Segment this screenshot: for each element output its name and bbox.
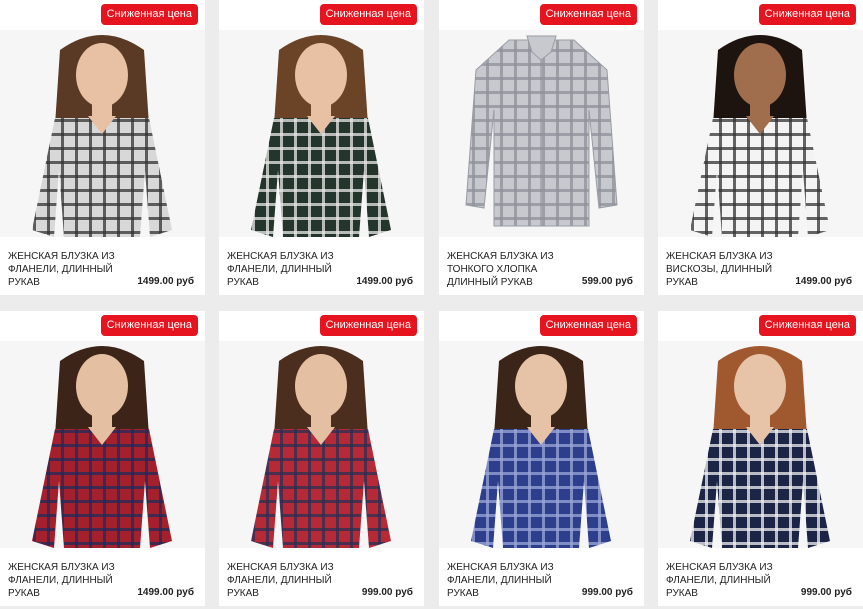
product-image[interactable] xyxy=(219,341,424,548)
product-title[interactable]: ЖЕНСКАЯ БЛУЗКА ИЗ ФЛАНЕЛИ, ДЛИННЫЙ РУКАВ xyxy=(8,250,128,289)
sale-badge: Сниженная цена xyxy=(758,315,856,336)
model-figure xyxy=(32,346,172,548)
product-price: 599.00 руб xyxy=(581,276,633,287)
sale-badge: Сниженная цена xyxy=(758,4,856,25)
product-price: 1499.00 руб xyxy=(137,587,194,598)
product-price: 999.00 руб xyxy=(800,587,852,598)
product-price: 1499.00 руб xyxy=(795,276,852,287)
product-price: 999.00 руб xyxy=(361,587,413,598)
product-title[interactable]: ЖЕНСКАЯ БЛУЗКА ИЗ ТОНКОГО ХЛОПКА ДЛИННЫЙ… xyxy=(447,250,567,289)
product-price: 999.00 руб xyxy=(581,587,633,598)
model-figure xyxy=(471,346,611,548)
product-card[interactable]: Сниженная цена ЖЕНСКАЯ БЛУЗКА ИЗ ФЛАНЕЛИ… xyxy=(439,311,644,606)
product-card[interactable]: Сниженная цена ЖЕНСКАЯ БЛУЗКА ИЗ ФЛАНЕЛИ… xyxy=(0,0,205,295)
model-figure xyxy=(690,346,830,548)
product-image[interactable] xyxy=(219,30,424,237)
product-grid: Сниженная цена ЖЕНСКАЯ БЛУЗКА ИЗ ФЛАНЕЛИ… xyxy=(0,0,863,609)
product-title[interactable]: ЖЕНСКАЯ БЛУЗКА ИЗ ВИСКОЗЫ, ДЛИННЫЙ РУКАВ xyxy=(666,250,786,289)
product-price: 1499.00 руб xyxy=(137,276,194,287)
sale-badge: Сниженная цена xyxy=(100,4,198,25)
product-card[interactable]: Сниженная цена ЖЕНСКАЯ БЛУЗКА ИЗ ФЛАНЕЛИ… xyxy=(219,311,424,606)
product-image[interactable] xyxy=(0,30,205,237)
model-figure xyxy=(690,35,830,237)
product-image[interactable] xyxy=(658,341,863,548)
sale-badge: Сниженная цена xyxy=(100,315,198,336)
product-title[interactable]: ЖЕНСКАЯ БЛУЗКА ИЗ ФЛАНЕЛИ, ДЛИННЫЙ РУКАВ xyxy=(666,561,786,600)
product-card[interactable]: Сниженная цена ЖЕНСКАЯ БЛУЗКА ИЗ ФЛАНЕЛИ… xyxy=(658,311,863,606)
product-card[interactable]: Сниженная цена ЖЕНСКАЯ БЛУЗКА ИЗ ФЛАНЕЛИ… xyxy=(219,0,424,295)
model-figure xyxy=(465,35,618,227)
model-figure xyxy=(32,35,172,237)
sale-badge: Сниженная цена xyxy=(319,315,417,336)
product-image[interactable] xyxy=(0,341,205,548)
product-title[interactable]: ЖЕНСКАЯ БЛУЗКА ИЗ ФЛАНЕЛИ, ДЛИННЫЙ РУКАВ xyxy=(227,250,347,289)
product-image[interactable] xyxy=(439,30,644,237)
product-card[interactable]: Сниженная цена ЖЕНСКАЯ БЛУЗКА ИЗ ТОНКОГО… xyxy=(439,0,644,295)
model-figure xyxy=(251,346,391,548)
product-image[interactable] xyxy=(658,30,863,237)
product-title[interactable]: ЖЕНСКАЯ БЛУЗКА ИЗ ФЛАНЕЛИ, ДЛИННЫЙ РУКАВ xyxy=(8,561,128,600)
model-figure xyxy=(251,35,391,237)
product-card[interactable]: Сниженная цена ЖЕНСКАЯ БЛУЗКА ИЗ ВИСКОЗЫ… xyxy=(658,0,863,295)
sale-badge: Сниженная цена xyxy=(539,315,637,336)
product-price: 1499.00 руб xyxy=(356,276,413,287)
product-image[interactable] xyxy=(439,341,644,548)
sale-badge: Сниженная цена xyxy=(319,4,417,25)
product-title[interactable]: ЖЕНСКАЯ БЛУЗКА ИЗ ФЛАНЕЛИ, ДЛИННЫЙ РУКАВ xyxy=(447,561,567,600)
sale-badge: Сниженная цена xyxy=(539,4,637,25)
product-title[interactable]: ЖЕНСКАЯ БЛУЗКА ИЗ ФЛАНЕЛИ, ДЛИННЫЙ РУКАВ xyxy=(227,561,347,600)
product-card[interactable]: Сниженная цена ЖЕНСКАЯ БЛУЗКА ИЗ ФЛАНЕЛИ… xyxy=(0,311,205,606)
